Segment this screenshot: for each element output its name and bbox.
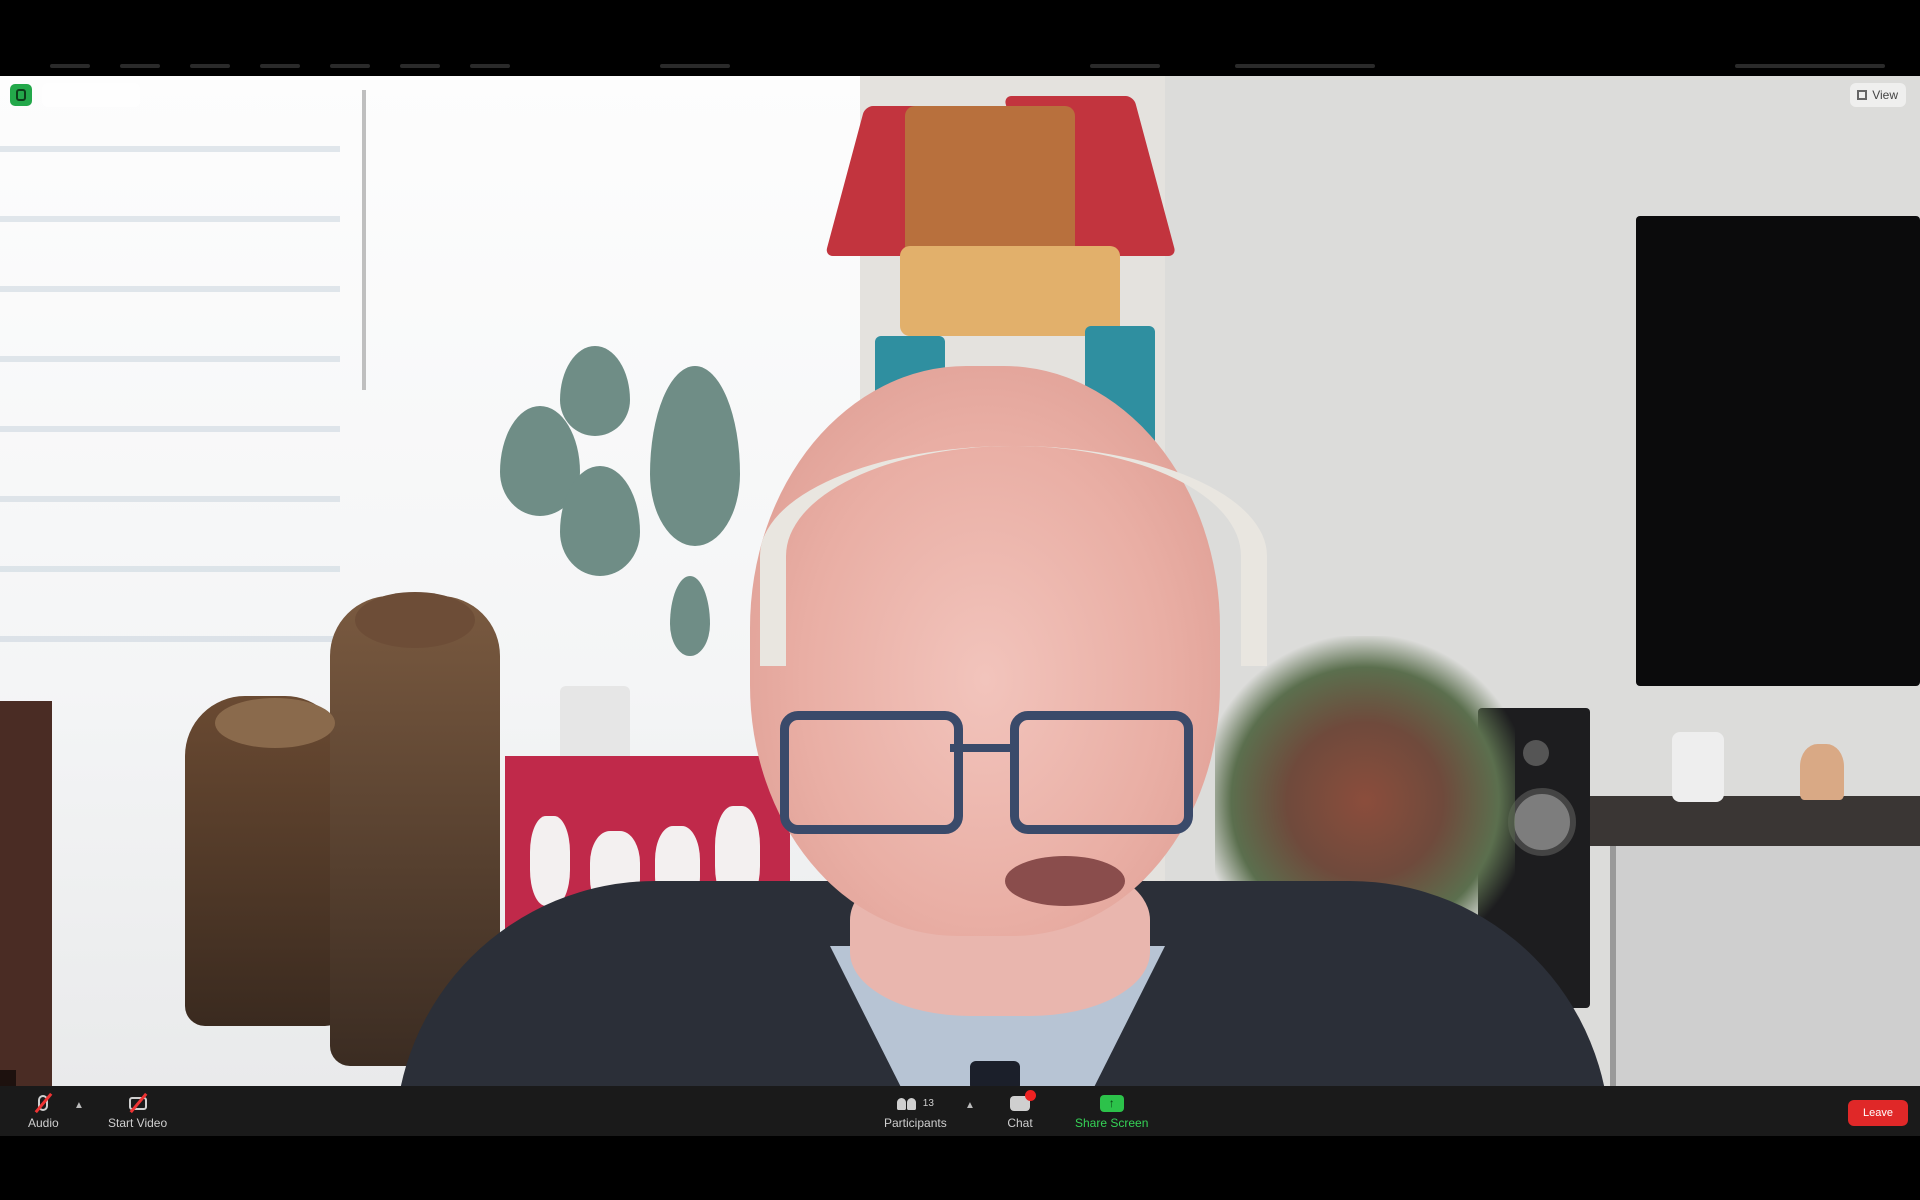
top-strip-mark [660, 64, 730, 68]
person-tie [970, 1061, 1020, 1086]
start-video-button[interactable]: Start Video [108, 1092, 167, 1136]
bottom-letterbox [0, 1136, 1920, 1200]
camera-off-icon [125, 1092, 151, 1114]
leaf [670, 576, 710, 656]
glasses-right-lens [1010, 711, 1193, 834]
people-icon: 13 [893, 1092, 937, 1114]
top-strip-mark [470, 64, 510, 68]
window-blind [0, 216, 340, 222]
person-hair [760, 446, 1267, 666]
microphone-muted-icon [30, 1092, 56, 1114]
picture-frame [0, 701, 52, 1086]
top-strip-mark [1235, 64, 1375, 68]
chat-label: Chat [1007, 1116, 1033, 1130]
candle-jar [1672, 732, 1724, 802]
participants-count: 13 [922, 1097, 934, 1109]
plant-left [500, 346, 760, 666]
video-feed [0, 76, 1920, 1086]
view-button[interactable]: View [1850, 83, 1906, 107]
top-strip-mark [190, 64, 230, 68]
share-screen-icon: ↑ [1099, 1092, 1125, 1114]
statue-hat [355, 592, 475, 648]
person-mouth [1005, 856, 1125, 906]
top-strip-mark [120, 64, 160, 68]
top-bar [0, 0, 1920, 74]
chevron-up-icon[interactable]: ▲ [965, 1100, 975, 1111]
television [1636, 216, 1920, 686]
share-screen-label: Share Screen [1075, 1116, 1149, 1130]
glasses-left-lens [780, 711, 963, 834]
chat-notification-badge [1025, 1089, 1036, 1101]
participants-button[interactable]: 13 Participants [884, 1092, 947, 1136]
shelf [1590, 796, 1920, 846]
statue-hat [215, 698, 335, 748]
meeting-toolbar: Audio ▲ Start Video 13 Participants ▲ Ch… [0, 1086, 1920, 1136]
top-strip-mark [1735, 64, 1885, 68]
window-frame [362, 90, 366, 390]
leaf [560, 346, 630, 436]
start-video-label: Start Video [108, 1116, 168, 1130]
participants-label: Participants [884, 1116, 947, 1130]
speaker-view-pill[interactable] [42, 83, 140, 107]
cabinet [1610, 846, 1920, 1086]
leaf [560, 466, 640, 576]
window-blind [0, 146, 340, 152]
audio-button[interactable]: Audio [28, 1092, 59, 1136]
dancer-figure [530, 816, 570, 906]
top-strip-mark [260, 64, 300, 68]
top-strip-mark [1090, 64, 1160, 68]
top-strip-mark [330, 64, 370, 68]
leaf [650, 366, 740, 546]
mask-band [900, 246, 1120, 336]
speaker-tweeter [1523, 740, 1549, 766]
window-blind [0, 496, 340, 502]
chat-bubble-icon [1007, 1089, 1036, 1114]
view-button-label: View [1872, 88, 1898, 102]
window-blind [0, 636, 340, 642]
audio-label: Audio [28, 1116, 59, 1130]
window-blind [0, 566, 340, 572]
leave-button[interactable]: Leave [1848, 1100, 1908, 1126]
top-strip-mark [50, 64, 90, 68]
window-blind [0, 286, 340, 292]
figurine [1800, 744, 1844, 800]
chat-button[interactable]: Chat [1007, 1089, 1036, 1136]
chevron-up-icon[interactable]: ▲ [74, 1100, 84, 1111]
top-strip-mark [400, 64, 440, 68]
glasses-bridge [950, 744, 1010, 752]
shield-icon[interactable] [10, 84, 32, 106]
window-blind [0, 356, 340, 362]
speaker-cone [1508, 788, 1576, 856]
share-screen-button[interactable]: ↑ Share Screen [1075, 1092, 1148, 1136]
grid-icon [1857, 90, 1867, 100]
window-blind [0, 426, 340, 432]
